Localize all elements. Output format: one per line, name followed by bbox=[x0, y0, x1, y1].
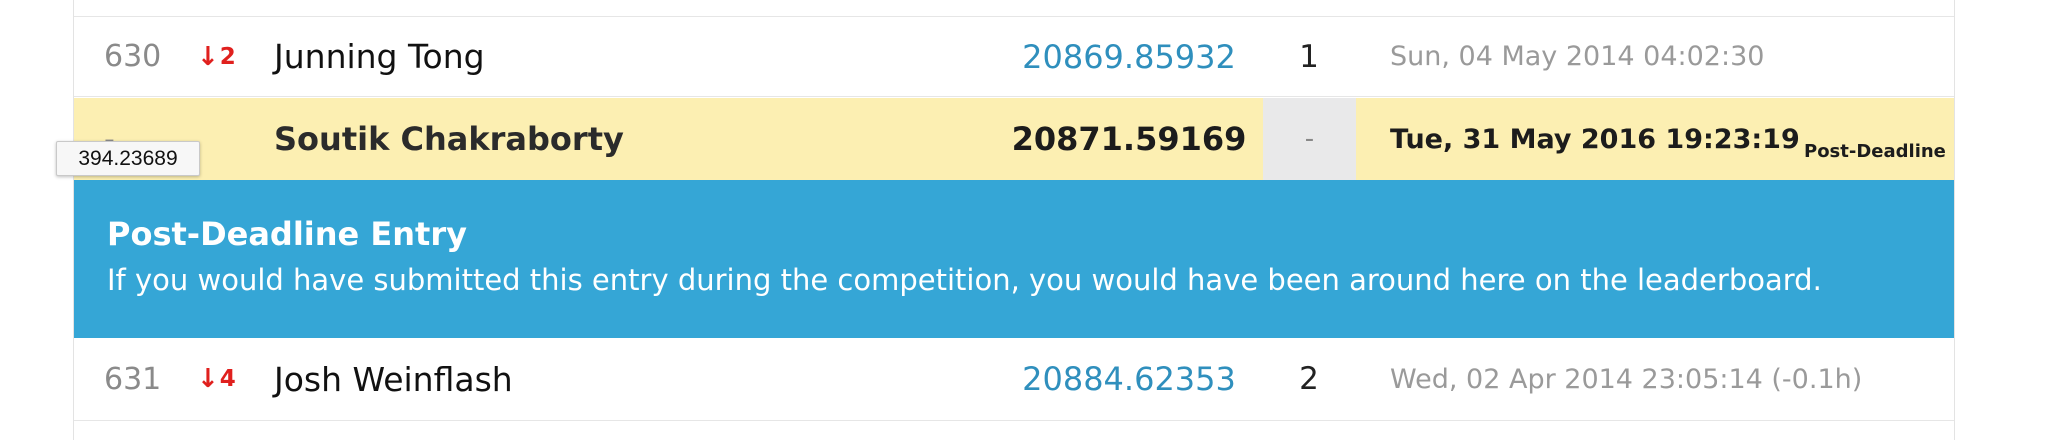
team-name[interactable]: Josh Weinflash bbox=[274, 338, 513, 420]
team-name[interactable]: Junning Tong bbox=[274, 17, 485, 96]
entries-count: - bbox=[1263, 98, 1356, 180]
arrow-down-icon: ↓ bbox=[197, 364, 219, 394]
team-name[interactable]: Soutik Chakraborty bbox=[274, 98, 624, 180]
score-link[interactable]: 20869.85932 bbox=[959, 17, 1299, 96]
post-deadline-tag: Post-Deadline bbox=[1804, 140, 1946, 162]
last-submission: Tue, 31 May 2016 19:23:19 bbox=[1390, 123, 1800, 155]
last-submission: Sun, 04 May 2014 04:02:30 bbox=[1390, 41, 1765, 72]
leaderboard-row: 630 ↓ 2 Junning Tong 20869.85932 1 Sun, 0… bbox=[74, 17, 1954, 97]
rank-change: ↓ 2 bbox=[197, 17, 247, 96]
banner-text: If you would have submitted this entry d… bbox=[107, 263, 1822, 297]
leaderboard: 630 ↓ 2 Junning Tong 20869.85932 1 Sun, 0… bbox=[73, 0, 1955, 440]
leaderboard-row: 631 ↓ 4 Josh Weinflash 20884.62353 2 Wed,… bbox=[74, 338, 1954, 420]
arrow-down-icon: ↓ bbox=[197, 41, 219, 72]
last-submission: Wed, 02 Apr 2014 23:05:14 (-0.1h) bbox=[1390, 363, 1863, 395]
rank-change: ↓ 4 bbox=[197, 338, 247, 420]
entries-count: 2 bbox=[1299, 361, 1319, 397]
post-deadline-banner: Post-Deadline Entry If you would have su… bbox=[74, 180, 1954, 338]
score-tooltip: 394.23689 bbox=[56, 141, 200, 176]
rank: 631 bbox=[104, 361, 162, 397]
score: 20871.59169 bbox=[1011, 120, 1247, 158]
score-link[interactable]: 20884.62353 bbox=[959, 338, 1299, 420]
post-deadline-row: - Soutik Chakraborty 20871.59169 - Tue, … bbox=[74, 98, 1954, 180]
rank-change-value: 2 bbox=[219, 43, 236, 70]
rank: 630 bbox=[104, 39, 162, 74]
banner-title: Post-Deadline Entry bbox=[107, 215, 467, 253]
divider bbox=[74, 420, 1954, 421]
rank-change-value: 4 bbox=[219, 366, 236, 392]
entries-count: 1 bbox=[1299, 38, 1319, 75]
